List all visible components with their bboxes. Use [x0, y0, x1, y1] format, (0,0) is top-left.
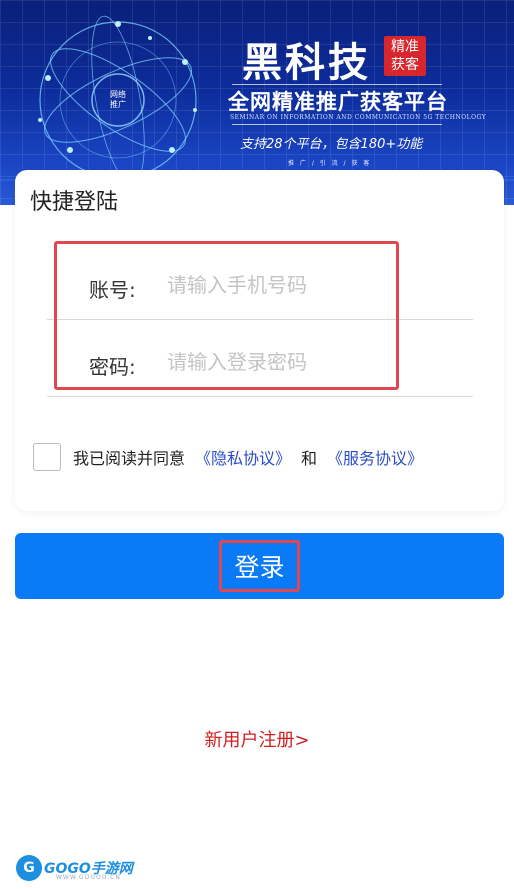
password-field: 密码:	[47, 327, 473, 397]
brand-feature-text: 支持28个平台，包含180+功能	[240, 137, 423, 152]
watermark-g-icon: G	[16, 855, 42, 881]
agreement-and: 和	[301, 449, 318, 468]
register-link[interactable]: 新用户注册>	[0, 726, 514, 752]
password-label: 密码:	[89, 355, 136, 379]
login-button-label: 登录	[219, 540, 300, 592]
brand-badge: 精准 获客	[384, 36, 426, 76]
brand-divider-top	[232, 84, 442, 85]
brand-tags: 推 广 / 引 流 / 获 客	[288, 160, 372, 167]
account-input[interactable]	[167, 266, 457, 304]
watermark-logo: G GOGO手游网 WWW.GOGOO.CN	[16, 854, 133, 882]
globe-center-label: 网络 推广	[104, 90, 132, 110]
service-agreement-link[interactable]: 《服务协议》	[327, 445, 423, 469]
watermark-url: WWW.GOGOO.CN	[56, 874, 121, 881]
brand-subtitle: 全网精准推广获客平台	[228, 90, 448, 114]
password-input[interactable]	[167, 343, 457, 381]
login-button[interactable]: 登录	[15, 533, 504, 599]
agreement-checkbox[interactable]	[33, 443, 61, 471]
login-card: 快捷登陆 账号: 密码: 我已阅读并同意 《隐私协议》 和 《服务协议》	[15, 170, 504, 511]
brand-title: 黑科技	[242, 40, 371, 86]
brand-divider-bottom	[232, 124, 442, 125]
privacy-policy-link[interactable]: 《隐私协议》	[195, 445, 291, 469]
globe-label-line1: 网络	[110, 90, 126, 99]
login-title: 快捷登陆	[30, 190, 119, 215]
brand-english-tagline: SEMINAR ON INFORMATION AND COMMUNICATION…	[230, 114, 487, 121]
account-label: 账号:	[89, 278, 136, 302]
badge-line1: 精准	[391, 39, 419, 55]
badge-line2: 获客	[391, 57, 419, 73]
globe-label-line2: 推广	[110, 100, 126, 109]
agreement-row: 我已阅读并同意 《隐私协议》 和 《服务协议》	[33, 442, 427, 472]
agreement-prefix: 我已阅读并同意	[73, 449, 186, 468]
account-field: 账号:	[47, 250, 473, 320]
